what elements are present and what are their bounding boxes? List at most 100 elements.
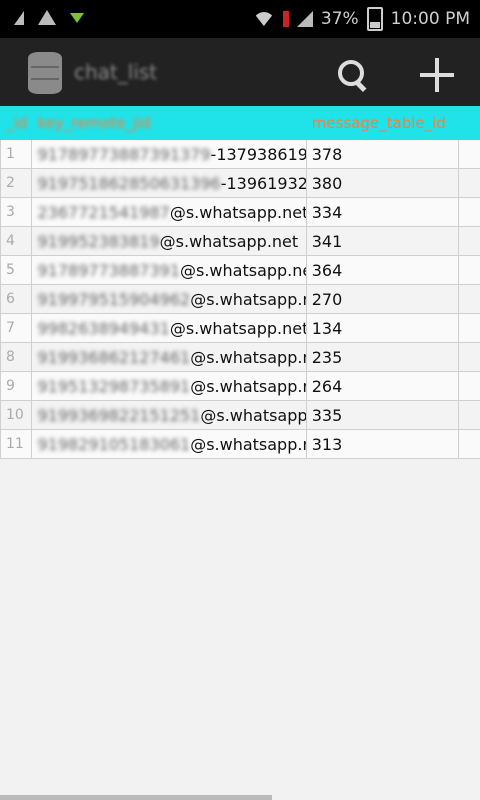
column-header-id[interactable]: _id bbox=[0, 106, 33, 140]
warning-icon bbox=[38, 10, 56, 25]
search-icon[interactable] bbox=[336, 58, 370, 93]
cell-message-table-id[interactable]: 364 bbox=[305, 255, 460, 285]
table-header-row: _id key_remote_jid message_table_id bbox=[0, 106, 480, 140]
cell-key-remote-jid[interactable]: 91789773887391379-1379386193@g.us bbox=[31, 139, 307, 169]
table-row[interactable]: 9919513298735891@s.whatsapp.net264 bbox=[0, 371, 480, 401]
table-title: chat_list bbox=[74, 60, 158, 84]
cell-message-table-id[interactable]: 313 bbox=[305, 429, 460, 459]
jid-prefix: 9199369822151251 bbox=[37, 405, 201, 425]
cell-id[interactable]: 3 bbox=[0, 197, 33, 227]
add-icon[interactable] bbox=[418, 58, 456, 92]
table-row[interactable]: 3 2367721541987@s.whatsapp.net 334 bbox=[0, 197, 480, 227]
column-header-message-table-id[interactable]: message_table_id bbox=[305, 106, 460, 140]
jid-suffix: @s.whatsapp.net bbox=[190, 434, 305, 454]
jid-suffix: @s.whatsapp.net bbox=[159, 231, 299, 251]
battery-icon bbox=[366, 7, 383, 31]
cell-extra[interactable] bbox=[458, 342, 480, 372]
cell-key-remote-jid[interactable]: 919936862127461@s.whatsapp.net bbox=[31, 342, 307, 372]
cell-id[interactable]: 8 bbox=[0, 342, 33, 372]
cell-key-remote-jid[interactable]: 9199369822151251@s.whatsapp.net bbox=[31, 400, 307, 430]
cell-message-table-id[interactable]: 334 bbox=[305, 197, 460, 227]
cell-message-table-id[interactable]: 270 bbox=[305, 284, 460, 314]
data-table[interactable]: _id key_remote_jid message_table_id 1 917… bbox=[0, 106, 480, 460]
cell-key-remote-jid[interactable]: 919952383819@s.whatsapp.net bbox=[31, 226, 307, 256]
cell-message-table-id[interactable]: 264 bbox=[305, 371, 460, 401]
jid-prefix: 919513298735891 bbox=[37, 376, 191, 396]
cell-extra[interactable] bbox=[458, 429, 480, 459]
cell-extra[interactable] bbox=[458, 197, 480, 227]
jid-suffix: @s.whatsapp.net bbox=[180, 260, 307, 280]
cell-key-remote-jid[interactable]: 9982638949431@s.whatsapp.net bbox=[31, 313, 307, 343]
cell-message-table-id[interactable]: 341 bbox=[305, 226, 460, 256]
cell-message-table-id[interactable]: 235 bbox=[305, 342, 460, 372]
cell-key-remote-jid[interactable]: 2367721541987@s.whatsapp.net bbox=[31, 197, 307, 227]
cell-key-remote-jid[interactable]: 919979515904962@s.whatsapp.net bbox=[31, 284, 307, 314]
jid-prefix: 2367721541987 bbox=[37, 202, 170, 222]
jid-suffix: -1396193249@g.us bbox=[220, 173, 305, 193]
table-row[interactable]: 2919751862850631396-1396193249@g.us380 bbox=[0, 168, 480, 198]
jid-suffix: @s.whatsapp.net bbox=[190, 289, 305, 309]
data-indicator-icon bbox=[282, 11, 289, 27]
jid-prefix: 9982638949431 bbox=[37, 318, 170, 338]
action-bar: chat_list bbox=[0, 38, 480, 106]
cell-id[interactable]: 7 bbox=[0, 313, 33, 343]
cell-message-table-id[interactable]: 335 bbox=[305, 400, 460, 430]
cell-extra[interactable] bbox=[458, 226, 480, 256]
cell-key-remote-jid[interactable]: 919513298735891@s.whatsapp.net bbox=[31, 371, 307, 401]
cell-extra[interactable] bbox=[458, 284, 480, 314]
table-row[interactable]: 4 919952383819@s.whatsapp.net 341 bbox=[0, 226, 480, 256]
table-row[interactable]: 191789773887391379-1379386193@g.us378 bbox=[0, 139, 480, 169]
table-row[interactable]: 109199369822151251@s.whatsapp.net335 bbox=[0, 400, 480, 430]
jid-prefix: 919751862850631396 bbox=[37, 173, 221, 193]
jid-suffix: @s.whatsapp.net bbox=[169, 202, 307, 222]
cell-extra[interactable] bbox=[458, 139, 480, 169]
table-row[interactable]: 7 9982638949431@s.whatsapp.net 134 bbox=[0, 313, 480, 343]
cell-id[interactable]: 5 bbox=[0, 255, 33, 285]
table-row[interactable]: 8919936862127461@s.whatsapp.net235 bbox=[0, 342, 480, 372]
cell-extra[interactable] bbox=[458, 255, 480, 285]
clock: 10:00 PM bbox=[390, 9, 470, 29]
jid-prefix: 919979515904962 bbox=[37, 289, 191, 309]
cell-id[interactable]: 4 bbox=[0, 226, 33, 256]
horizontal-scrollbar[interactable] bbox=[0, 795, 272, 800]
jid-suffix: @s.whatsapp.net bbox=[190, 376, 305, 396]
jid-prefix: 91789773887391379 bbox=[37, 144, 211, 164]
cell-id[interactable]: 10 bbox=[0, 400, 33, 430]
column-header-extra[interactable] bbox=[458, 106, 480, 140]
cell-extra[interactable] bbox=[458, 400, 480, 430]
table-row[interactable]: 5 91789773887391@s.whatsapp.net 364 bbox=[0, 255, 480, 285]
cell-message-table-id[interactable]: 134 bbox=[305, 313, 460, 343]
cell-signal-icon bbox=[296, 11, 313, 27]
jid-prefix: 919936862127461 bbox=[37, 347, 191, 367]
status-bar: 37% 10:00 PM bbox=[0, 0, 480, 38]
download-icon bbox=[70, 12, 84, 23]
cell-id[interactable]: 11 bbox=[0, 429, 33, 459]
cell-key-remote-jid[interactable]: 919829105183061@s.whatsapp.net bbox=[31, 429, 307, 459]
jid-suffix: @s.whatsapp.net bbox=[200, 405, 307, 425]
table-row[interactable]: 11919829105183061@s.whatsapp.net313 bbox=[0, 429, 480, 459]
jid-suffix: @s.whatsapp.net bbox=[190, 347, 305, 367]
jid-prefix: 91789773887391 bbox=[37, 260, 180, 280]
notification-icons bbox=[14, 10, 84, 25]
cell-id[interactable]: 2 bbox=[0, 168, 33, 198]
table-row[interactable]: 6919979515904962@s.whatsapp.net270 bbox=[0, 284, 480, 314]
jid-suffix: -1379386193@g.us bbox=[210, 144, 307, 164]
database-icon[interactable] bbox=[28, 52, 62, 94]
system-icons: 37% 10:00 PM bbox=[252, 7, 470, 31]
cell-extra[interactable] bbox=[458, 371, 480, 401]
cell-message-table-id[interactable]: 378 bbox=[305, 139, 460, 169]
cell-id[interactable]: 9 bbox=[0, 371, 33, 401]
cell-extra[interactable] bbox=[458, 168, 480, 198]
wifi-icon bbox=[252, 12, 275, 26]
cell-id[interactable]: 6 bbox=[0, 284, 33, 314]
cell-key-remote-jid[interactable]: 919751862850631396-1396193249@g.us bbox=[31, 168, 307, 198]
cell-extra[interactable] bbox=[458, 313, 480, 343]
cell-message-table-id[interactable]: 380 bbox=[305, 168, 460, 198]
jid-suffix: @s.whatsapp.net bbox=[169, 318, 307, 338]
battery-percent: 37% bbox=[320, 9, 359, 29]
cell-id[interactable]: 1 bbox=[0, 139, 33, 169]
column-header-key-remote-jid[interactable]: key_remote_jid bbox=[31, 106, 307, 140]
cell-key-remote-jid[interactable]: 91789773887391@s.whatsapp.net bbox=[31, 255, 307, 285]
signal-icon bbox=[14, 10, 24, 25]
jid-prefix: 919952383819 bbox=[37, 231, 160, 251]
